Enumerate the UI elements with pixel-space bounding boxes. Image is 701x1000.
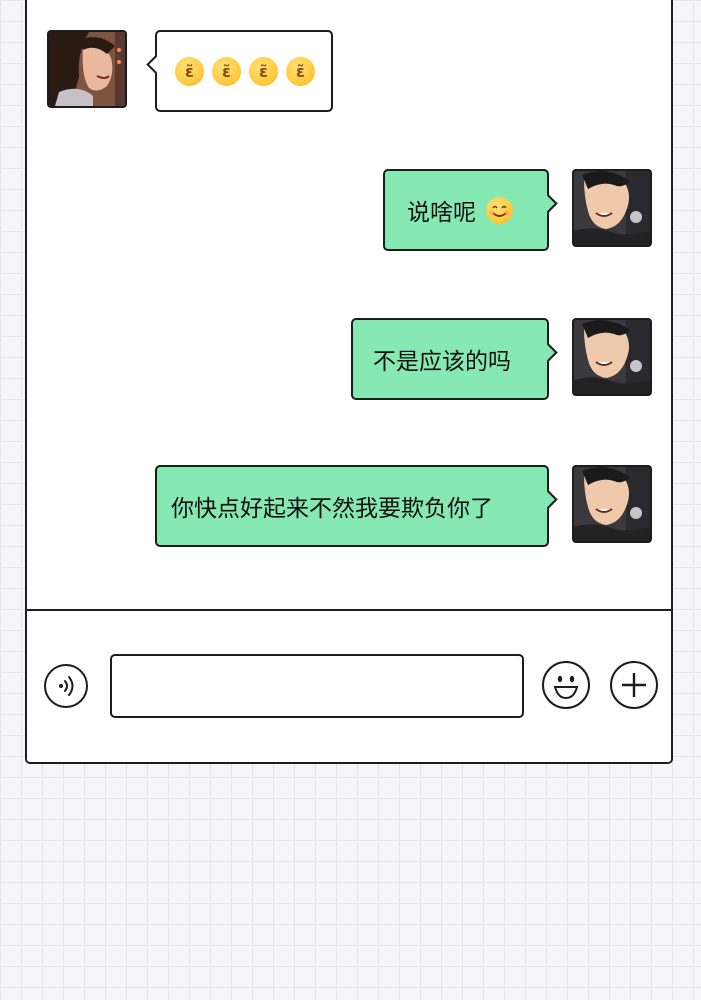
message-text: 说啥呢 [407, 200, 476, 226]
message-list: ɛ̃ ɛ̃ ɛ̃ ɛ̃ 说啥呢 不是应该的吗 你快点好起来不然我要欺负你了 [27, 0, 671, 610]
avatar-him[interactable] [572, 465, 652, 543]
emoji-face-icon [553, 675, 579, 700]
emoji-button[interactable] [542, 661, 590, 709]
composer-bar [27, 612, 671, 762]
chat-window: ɛ̃ ɛ̃ ɛ̃ ɛ̃ 说啥呢 不是应该的吗 你快点好起来不然我要欺负你了 [25, 0, 673, 764]
voice-icon [59, 676, 74, 696]
message-bubble-outgoing[interactable]: 你快点好起来不然我要欺负你了 [155, 465, 558, 547]
message-bubble-outgoing[interactable]: 不是应该的吗 [351, 318, 558, 400]
avatar-her[interactable] [47, 30, 127, 108]
smile-emoji-icon [486, 196, 513, 224]
kiss-emoji-icon: ɛ̃ [249, 56, 278, 86]
kiss-emoji-icon: ɛ̃ [286, 56, 315, 86]
message-text: 不是应该的吗 [373, 349, 511, 375]
bubble-tail [539, 490, 558, 509]
message-text: 你快点好起来不然我要欺负你了 [171, 496, 493, 522]
kiss-emoji-icon: ɛ̃ [212, 56, 241, 86]
bubble-tail [146, 55, 165, 74]
plus-button[interactable] [610, 661, 658, 709]
kiss-emoji-icon: ɛ̃ [175, 56, 204, 86]
message-bubble-outgoing[interactable]: 说啥呢 [383, 169, 558, 251]
message-input[interactable] [110, 654, 524, 718]
composer-divider [27, 609, 671, 611]
avatar-him[interactable] [572, 169, 652, 247]
bubble-tail [539, 194, 558, 213]
bubble-tail [539, 343, 558, 362]
plus-icon [622, 673, 646, 697]
voice-button[interactable] [44, 664, 88, 708]
avatar-him[interactable] [572, 318, 652, 396]
message-bubble-incoming[interactable]: ɛ̃ ɛ̃ ɛ̃ ɛ̃ [146, 30, 333, 112]
